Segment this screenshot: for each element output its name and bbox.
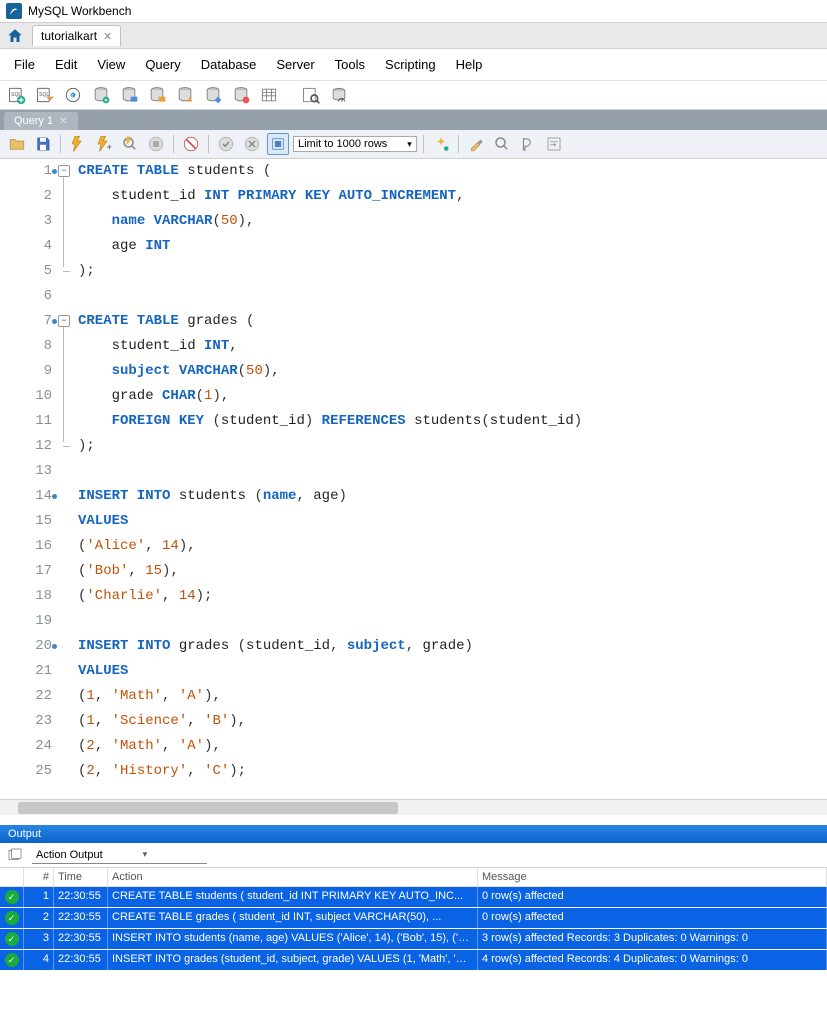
execute-current-icon[interactable] [93, 133, 115, 155]
db-icon-5[interactable] [202, 84, 224, 106]
success-icon: ✓ [5, 932, 19, 946]
db-icon-3[interactable] [146, 84, 168, 106]
find-icon[interactable] [491, 133, 513, 155]
open-file-icon[interactable] [6, 133, 28, 155]
menu-view[interactable]: View [89, 53, 133, 76]
horizontal-scrollbar[interactable] [0, 799, 827, 815]
output-grid: # Time Action Message ✓122:30:55CREATE T… [0, 868, 827, 971]
output-grid-header: # Time Action Message [0, 868, 827, 887]
fold-toggle[interactable]: − [58, 315, 70, 327]
fold-toggle[interactable]: − [58, 165, 70, 177]
new-sql-tab-icon[interactable]: SQL [6, 84, 28, 106]
output-type-select[interactable]: Action Output ▾ [32, 847, 207, 864]
query-tab-label: Query 1 [14, 115, 53, 127]
success-icon: ✓ [5, 911, 19, 925]
table-icon[interactable] [258, 84, 280, 106]
stop-icon[interactable] [145, 133, 167, 155]
col-header-num[interactable]: # [24, 868, 54, 887]
dashboard-icon[interactable] [328, 84, 350, 106]
wrap-icon[interactable] [543, 133, 565, 155]
output-panel-title: Output [8, 828, 41, 840]
open-sql-icon[interactable]: SQL [34, 84, 56, 106]
close-icon[interactable]: ✕ [59, 116, 67, 127]
title-bar: MySQL Workbench [0, 0, 827, 22]
output-panel-header: Output [0, 825, 827, 843]
inspector-icon[interactable]: i [62, 84, 84, 106]
menu-edit[interactable]: Edit [47, 53, 85, 76]
commit-icon[interactable] [215, 133, 237, 155]
execute-icon[interactable] [67, 133, 89, 155]
db-icon-2[interactable] [118, 84, 140, 106]
invisible-chars-icon[interactable] [517, 133, 539, 155]
main-toolbar: SQL SQL i [0, 81, 827, 110]
app-icon [6, 3, 22, 19]
db-icon-4[interactable] [174, 84, 196, 106]
col-header-message[interactable]: Message [478, 868, 827, 887]
connection-tabs: tutorialkart ✕ [0, 23, 827, 49]
sql-editor[interactable]: 1234567891011121314151617181920212223242… [0, 159, 827, 799]
output-type-label: Action Output [36, 849, 103, 861]
brush-icon[interactable] [465, 133, 487, 155]
chevron-down-icon: ▾ [143, 849, 148, 860]
rollback-icon[interactable] [241, 133, 263, 155]
menu-server[interactable]: Server [268, 53, 322, 76]
menu-query[interactable]: Query [137, 53, 188, 76]
menu-file[interactable]: File [6, 53, 43, 76]
connection-tab-label: tutorialkart [41, 29, 97, 43]
app-title: MySQL Workbench [28, 4, 131, 18]
explain-icon[interactable] [119, 133, 141, 155]
close-icon[interactable]: ✕ [103, 30, 112, 43]
line-number-gutter: 1234567891011121314151617181920212223242… [0, 159, 58, 799]
output-row[interactable]: ✓422:30:55INSERT INTO grades (student_id… [0, 950, 827, 971]
toggle-whitespace-icon[interactable] [267, 133, 289, 155]
db-icon-1[interactable] [90, 84, 112, 106]
row-limit-select[interactable]: Limit to 1000 rows ▾ [293, 136, 417, 152]
editor-toolbar: Limit to 1000 rows ▾ [0, 130, 827, 159]
menu-database[interactable]: Database [193, 53, 265, 76]
menu-scripting[interactable]: Scripting [377, 53, 444, 76]
search-db-icon[interactable] [300, 84, 322, 106]
scrollbar-thumb[interactable] [18, 802, 398, 814]
db-icon-6[interactable] [230, 84, 252, 106]
save-icon[interactable] [32, 133, 54, 155]
connection-tab[interactable]: tutorialkart ✕ [32, 25, 121, 46]
fold-column: −− [58, 159, 74, 799]
query-tab[interactable]: Query 1 ✕ [4, 112, 78, 130]
output-row[interactable]: ✓122:30:55CREATE TABLE students ( studen… [0, 887, 827, 908]
success-icon: ✓ [5, 890, 19, 904]
col-header-time[interactable]: Time [54, 868, 108, 887]
output-controls: Action Output ▾ [0, 843, 827, 868]
home-icon[interactable] [4, 26, 26, 46]
menu-tools[interactable]: Tools [327, 53, 373, 76]
output-row[interactable]: ✓222:30:55CREATE TABLE grades ( student_… [0, 908, 827, 929]
success-icon: ✓ [5, 953, 19, 967]
code-content[interactable]: CREATE TABLE students ( student_id INT P… [74, 159, 827, 799]
toggle-autocommit-icon[interactable] [180, 133, 202, 155]
menu-bar: FileEditViewQueryDatabaseServerToolsScri… [0, 49, 827, 81]
menu-help[interactable]: Help [448, 53, 491, 76]
output-row[interactable]: ✓322:30:55INSERT INTO students (name, ag… [0, 929, 827, 950]
row-limit-label: Limit to 1000 rows [298, 138, 387, 150]
output-layout-icon[interactable] [6, 846, 24, 864]
beautify-icon[interactable] [430, 133, 452, 155]
query-tab-bar: Query 1 ✕ [0, 110, 827, 130]
col-header-action[interactable]: Action [108, 868, 478, 887]
chevron-down-icon: ▾ [407, 139, 412, 150]
